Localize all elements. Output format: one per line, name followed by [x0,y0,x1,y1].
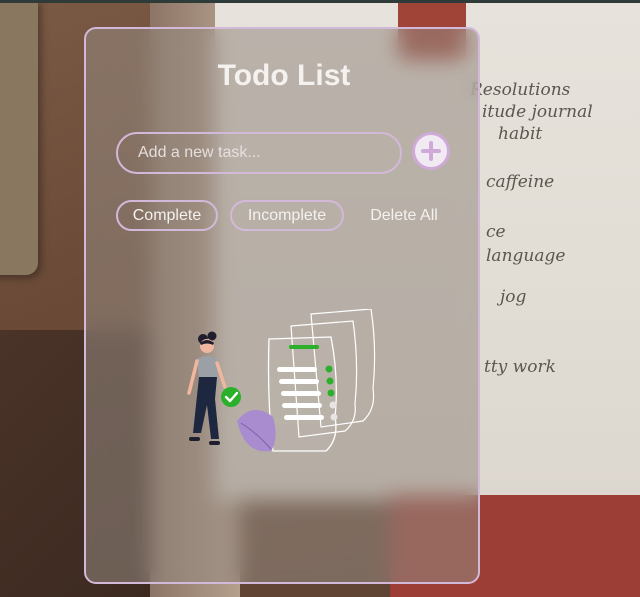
handwriting-line: Resolutions [470,80,571,100]
empty-list-illustration [187,309,376,452]
handwriting-line: itude journal [482,102,593,122]
plus-icon [421,141,441,161]
delete-all-button[interactable]: Delete All [356,200,452,231]
filter-complete-button[interactable]: Complete [116,200,218,231]
todo-card: Todo List Complete Incomplete Delete All [84,27,480,584]
handwriting-line: jog [500,287,527,307]
handwriting-line: tty work [484,357,556,377]
add-task-button[interactable] [412,132,450,170]
handwriting-line: caffeine [486,172,555,192]
handwriting-line: habit [498,124,543,144]
new-task-input[interactable] [116,132,402,174]
filter-incomplete-button[interactable]: Incomplete [230,200,344,231]
app-title: Todo List [217,59,351,92]
handwriting-line: language [486,246,566,266]
handwriting-line: ce [486,222,506,242]
